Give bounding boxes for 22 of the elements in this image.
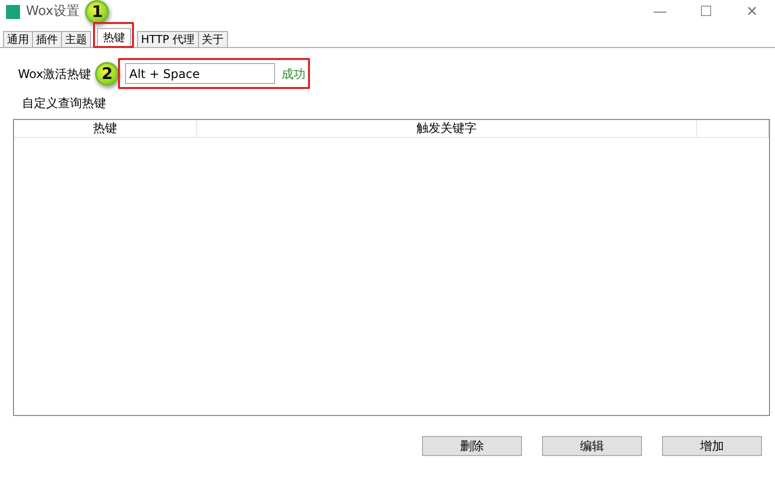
hotkey-label: Wox激活热键 — [18, 66, 92, 82]
window-title: Wox设置 — [26, 3, 80, 22]
app-icon — [6, 5, 20, 19]
tab[interactable]: HTTP 代理 — [137, 31, 199, 47]
section-title: 自定义查询热键 — [22, 95, 107, 112]
maximize-button[interactable]: ☐ — [683, 2, 729, 22]
step-badge: 1 — [85, 0, 110, 24]
column-header[interactable]: 热键 — [14, 120, 197, 137]
tab[interactable]: 插件 — [32, 31, 62, 47]
column-header[interactable]: 触发关键字 — [197, 120, 697, 137]
action-button[interactable]: 增加 — [662, 436, 762, 456]
action-button[interactable]: 删除 — [422, 436, 522, 456]
tab[interactable]: 主题 — [61, 31, 91, 47]
close-button[interactable]: ✕ — [729, 2, 775, 22]
tab[interactable]: 关于 — [198, 31, 228, 47]
status-text: 成功 — [281, 66, 306, 82]
action-button[interactable]: 编辑 — [542, 436, 642, 456]
tab[interactable]: 通用 — [3, 31, 33, 47]
minimize-button[interactable]: — — [637, 2, 683, 22]
step-badge: 2 — [95, 62, 120, 86]
tab[interactable]: 热键 — [97, 28, 131, 47]
hotkey-field[interactable]: Alt + Space — [125, 63, 276, 84]
